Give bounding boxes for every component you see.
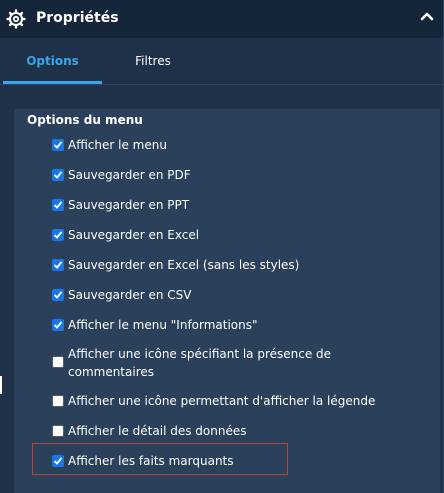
option-label: Afficher les faits marquants: [68, 454, 234, 468]
menu-options-group: Options du menu Afficher le menu Sauvega…: [14, 109, 440, 493]
option-afficher-menu-informations[interactable]: Afficher le menu "Informations": [52, 316, 258, 334]
checkbox[interactable]: [52, 319, 64, 331]
tab-bar: Options Filtres: [0, 38, 443, 84]
option-sauvegarder-excel[interactable]: Sauvegarder en Excel: [52, 226, 199, 244]
option-label: Afficher le détail des données: [68, 424, 247, 438]
option-label: Afficher le menu "Informations": [68, 318, 258, 332]
option-label: Afficher une icône spécifiant la présenc…: [68, 345, 331, 381]
option-label: Sauvegarder en Excel: [68, 228, 200, 242]
checkbox[interactable]: [52, 395, 64, 407]
option-label-line1: Afficher une icône spécifiant la présenc…: [68, 347, 332, 361]
checkbox[interactable]: [52, 289, 64, 301]
option-icone-legende[interactable]: Afficher une icône permettant d'afficher…: [52, 392, 375, 410]
option-sauvegarder-excel-sans-styles[interactable]: Sauvegarder en Excel (sans les styles): [52, 256, 299, 274]
option-sauvegarder-csv[interactable]: Sauvegarder en CSV: [52, 286, 192, 304]
checkbox[interactable]: [52, 229, 64, 241]
panel-header: Propriétés: [0, 0, 443, 38]
tab-filtres-label: Filtres: [135, 54, 171, 68]
option-label: Sauvegarder en PPT: [68, 198, 190, 212]
tab-options-label: Options: [26, 54, 79, 68]
checkbox[interactable]: [52, 455, 64, 467]
checkbox[interactable]: [52, 169, 64, 181]
option-faits-marquants[interactable]: Afficher les faits marquants: [52, 452, 234, 470]
option-detail-donnees[interactable]: Afficher le détail des données: [52, 422, 246, 440]
panel-title: Propriétés: [36, 10, 119, 26]
tab-options[interactable]: Options: [3, 38, 102, 84]
checkbox[interactable]: [52, 425, 64, 437]
option-sauvegarder-ppt[interactable]: Sauvegarder en PPT: [52, 196, 189, 214]
gear-icon: [6, 9, 26, 29]
option-label: Afficher le menu: [68, 138, 167, 152]
option-label: Sauvegarder en CSV: [68, 288, 192, 302]
option-afficher-menu[interactable]: Afficher le menu: [52, 136, 167, 154]
checkbox[interactable]: [52, 139, 64, 151]
checkbox[interactable]: [52, 199, 64, 211]
tabs-divider: [0, 84, 443, 85]
option-label: Sauvegarder en Excel (sans les styles): [68, 258, 300, 272]
tab-filtres[interactable]: Filtres: [118, 38, 188, 83]
checkbox[interactable]: [52, 259, 64, 271]
option-sauvegarder-pdf[interactable]: Sauvegarder en PDF: [52, 166, 191, 184]
properties-panel: Propriétés Options Filtres Options du me…: [0, 0, 444, 493]
scroll-edge-marker: [0, 376, 2, 394]
option-label-line2: commentaires: [68, 365, 155, 379]
chevron-up-icon[interactable]: [419, 9, 435, 25]
option-label: Afficher une icône permettant d'afficher…: [68, 394, 376, 408]
group-title: Options du menu: [27, 113, 143, 127]
checkbox[interactable]: [52, 356, 64, 368]
option-icone-commentaires[interactable]: Afficher une icône spécifiant la présenc…: [52, 345, 331, 381]
option-label: Sauvegarder en PDF: [68, 168, 191, 182]
